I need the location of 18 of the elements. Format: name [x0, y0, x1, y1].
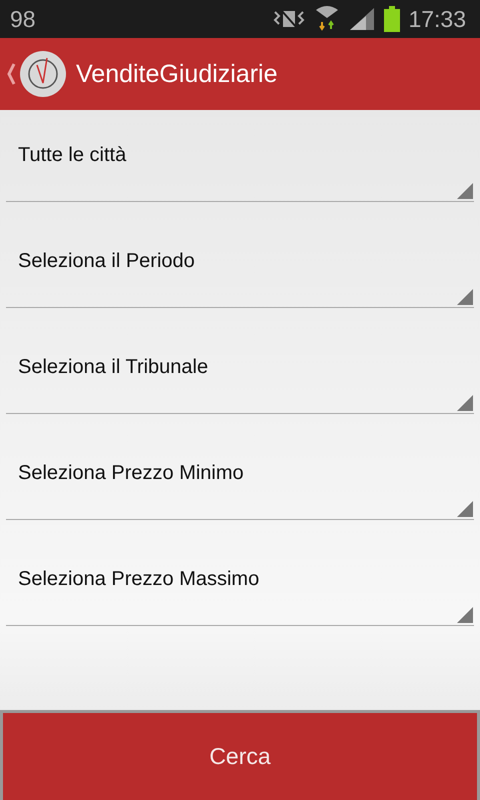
dropdown-corner-icon	[457, 183, 473, 199]
app-title: VenditeGiudiziarie	[76, 60, 278, 88]
battery-icon	[384, 6, 400, 32]
dropdown[interactable]: Tutte le città	[6, 110, 474, 202]
dropdown[interactable]: Seleziona Prezzo Minimo	[6, 428, 474, 520]
dropdown[interactable]: Seleziona Prezzo Massimo	[6, 534, 474, 626]
clock: 17:33	[408, 6, 466, 32]
notification-count: 98	[10, 6, 36, 32]
dropdown[interactable]: Seleziona il Tribunale	[6, 322, 474, 414]
wifi-icon	[314, 6, 340, 32]
vibrate-icon	[272, 8, 306, 30]
dropdown-corner-icon	[457, 607, 473, 623]
dropdown-corner-icon	[457, 501, 473, 517]
dropdown[interactable]: Seleziona il Periodo	[6, 216, 474, 308]
signal-icon	[348, 8, 376, 30]
dropdown-corner-icon	[457, 289, 473, 305]
search-button[interactable]: Cerca	[0, 710, 480, 800]
dropdown-corner-icon	[457, 395, 473, 411]
